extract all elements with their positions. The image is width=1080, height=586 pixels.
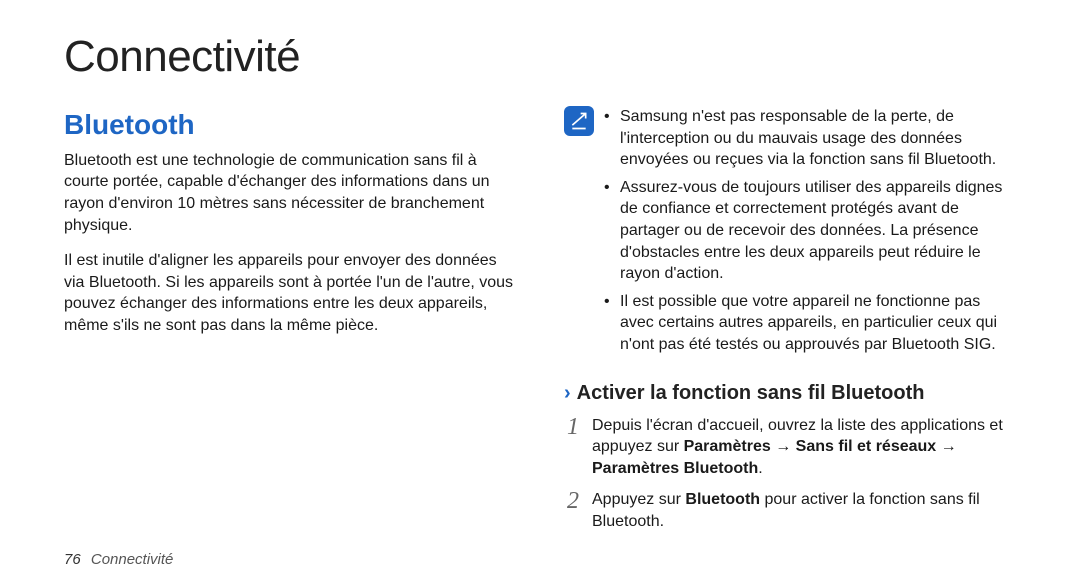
note-item: Samsung n'est pas responsable de la pert… [604, 106, 1016, 171]
chevron-right-icon: › [564, 383, 571, 403]
note-block: Samsung n'est pas responsable de la pert… [564, 106, 1016, 362]
manual-page: Connectivité Bluetooth Bluetooth est une… [0, 0, 1080, 586]
right-column: Samsung n'est pas responsable de la pert… [564, 106, 1016, 586]
sub-heading: › Activer la fonction sans fil Bluetooth [564, 380, 1016, 407]
step-number: 2 [564, 489, 582, 532]
step-item: 2 Appuyez sur Bluetooth pour activer la … [564, 489, 1016, 532]
step-list: 1 Depuis l'écran d'accueil, ouvrez la li… [564, 415, 1016, 533]
step-body: Appuyez sur Bluetooth pour activer la fo… [592, 489, 1016, 532]
page-footer: 76 Connectivité [64, 551, 173, 568]
page-number: 76 [64, 551, 81, 568]
step-number: 1 [564, 415, 582, 480]
paragraph: Il est inutile d'aligner les appareils p… [64, 250, 516, 336]
left-column: Bluetooth Bluetooth est une technologie … [64, 106, 516, 586]
step-item: 1 Depuis l'écran d'accueil, ouvrez la li… [564, 415, 1016, 480]
paragraph: Bluetooth est une technologie de communi… [64, 150, 516, 236]
sub-heading-text: Activer la fonction sans fil Bluetooth [577, 380, 925, 407]
note-item: Il est possible que votre appareil ne fo… [604, 291, 1016, 356]
page-title: Connectivité [64, 32, 1016, 82]
footer-section: Connectivité [91, 551, 174, 568]
note-list: Samsung n'est pas responsable de la pert… [604, 106, 1016, 362]
section-title-bluetooth: Bluetooth [64, 106, 516, 144]
note-item: Assurez-vous de toujours utiliser des ap… [604, 177, 1016, 285]
note-icon [564, 106, 594, 136]
content-columns: Bluetooth Bluetooth est une technologie … [64, 106, 1016, 586]
step-body: Depuis l'écran d'accueil, ouvrez la list… [592, 415, 1016, 480]
